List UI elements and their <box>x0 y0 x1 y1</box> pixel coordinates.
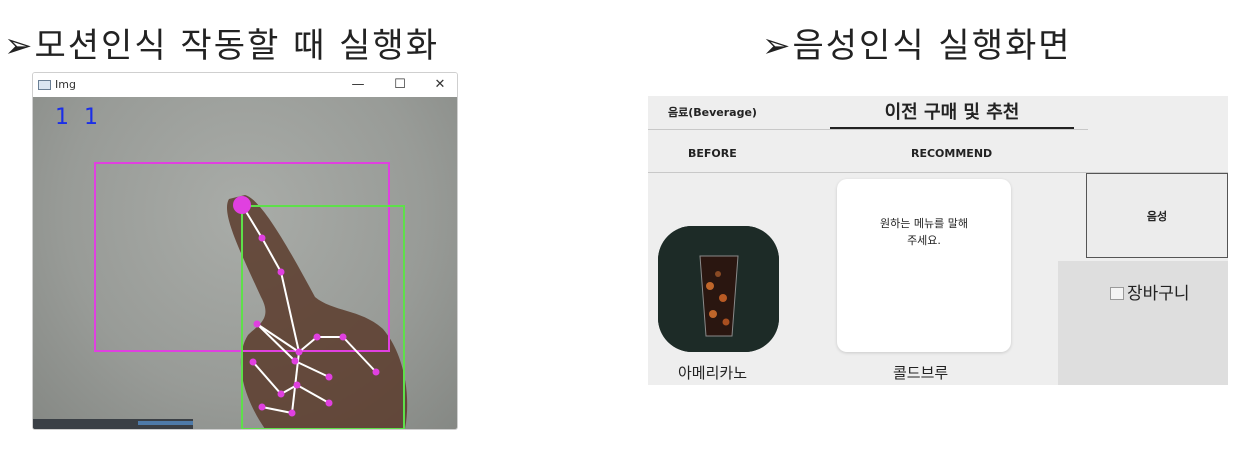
product-image-americano[interactable] <box>658 226 779 352</box>
maximize-button[interactable]: ☐ <box>389 75 411 95</box>
window-title: Img <box>55 78 76 91</box>
opencv-window: Img — ☐ ✕ 1 1 <box>32 72 458 430</box>
broken-image-icon <box>1110 287 1124 300</box>
heading-voice: ➢음성인식 실행화면 <box>762 26 1072 66</box>
cart-panel[interactable]: 장바구니 <box>1058 261 1228 385</box>
kiosk-screen: 음료(Beverage) 이전 구매 및 추천 BEFORE RECOMMEND… <box>648 96 1228 385</box>
product-name-coldbrew[interactable]: 콜드브루 <box>893 362 948 383</box>
close-button[interactable]: ✕ <box>429 75 451 95</box>
voice-button[interactable]: 음성 <box>1086 173 1228 258</box>
iced-coffee-icon <box>658 226 779 352</box>
cart-label[interactable]: 장바구니 <box>1110 279 1190 304</box>
tab-before[interactable]: BEFORE <box>688 147 737 160</box>
tab-recommend[interactable]: RECOMMEND <box>911 147 992 160</box>
voice-prompt-line1: 원하는 메뉴를 말해 <box>880 217 968 230</box>
voice-prompt-modal: 원하는 메뉴를 말해 주세요. <box>837 179 1011 352</box>
gesture-counter: 1 1 <box>55 105 102 130</box>
category-label[interactable]: 음료(Beverage) <box>668 104 757 120</box>
page-title: 이전 구매 및 추천 <box>884 102 1020 123</box>
voice-prompt-text: 원하는 메뉴를 말해 주세요. <box>837 215 1011 249</box>
divider-top <box>648 129 1088 130</box>
voice-prompt-line2: 주세요. <box>907 234 941 247</box>
hand-tracking-overlay <box>94 162 408 429</box>
hand-silhouette <box>226 195 408 429</box>
camera-feed: 1 1 <box>33 97 457 429</box>
cart-text: 장바구니 <box>1127 284 1190 304</box>
minimize-button[interactable]: — <box>347 75 369 95</box>
product-name-americano[interactable]: 아메리카노 <box>678 362 747 383</box>
heading-motion: ➢모션인식 작동할 때 실행화 <box>4 26 439 66</box>
app-icon <box>38 80 51 90</box>
taskbar-highlight <box>138 421 193 425</box>
window-titlebar[interactable]: Img — ☐ ✕ <box>33 73 457 97</box>
